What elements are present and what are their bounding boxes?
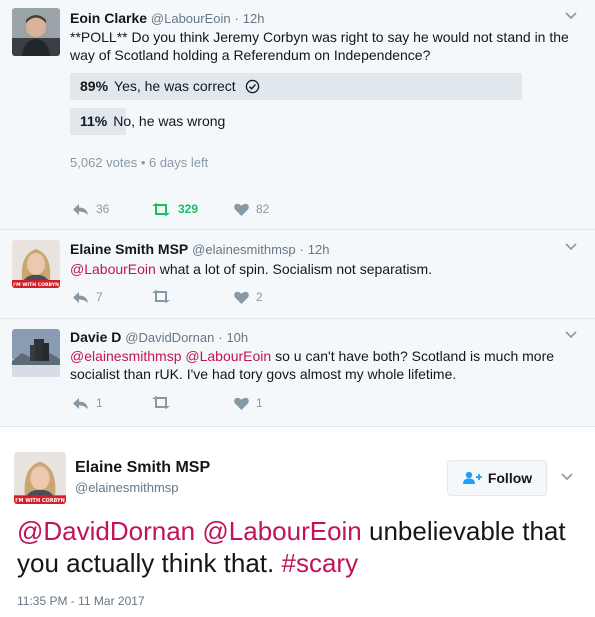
like-count: 2: [256, 290, 263, 304]
reply-icon: [73, 397, 88, 409]
follow-label: Follow: [487, 470, 533, 486]
tweet-header: Davie D @DavidDornan · 10h: [70, 329, 249, 345]
retweet-icon: [152, 290, 170, 303]
hashtag-link[interactable]: #scary: [282, 548, 359, 578]
avatar[interactable]: [12, 329, 60, 377]
display-name[interactable]: Elaine Smith MSP: [70, 241, 188, 257]
poll-option-label: No, he was wrong: [113, 113, 226, 129]
retweet-icon: [152, 202, 170, 216]
tweet-header: Elaine Smith MSP @elainesmithmsp · 12h: [70, 241, 330, 257]
follow-user-icon: [462, 471, 482, 484]
user-handle[interactable]: @elainesmithmsp: [75, 480, 179, 495]
user-handle[interactable]: @DavidDornan: [125, 330, 214, 345]
avatar-badge-text: I'M WITH CORBYN: [15, 498, 65, 504]
poll-option-no: 11% No, he was wrong: [70, 108, 522, 135]
heart-icon: [234, 291, 249, 304]
tweet-text: **POLL** Do you think Jeremy Corbyn was …: [70, 29, 569, 63]
tweet-timestamp[interactable]: 11:35 PM - 11 Mar 2017: [17, 594, 145, 608]
display-name[interactable]: Davie D: [70, 329, 121, 345]
reply-button[interactable]: 7: [72, 290, 103, 304]
tweet-time[interactable]: 10h: [226, 330, 248, 345]
tweet-poll[interactable]: Eoin Clarke @LabourEoin · 12h **POLL** D…: [0, 0, 595, 229]
tweet-time[interactable]: 12h: [243, 11, 265, 26]
mention-link[interactable]: @LabourEoin: [202, 516, 361, 546]
tweet-text: @LabourEoin what a lot of spin. Socialis…: [70, 260, 580, 278]
tweet-body: what a lot of spin. Socialism not separa…: [159, 261, 433, 277]
like-button[interactable]: 1: [234, 396, 263, 410]
heart-icon: [234, 397, 249, 410]
user-handle[interactable]: @LabourEoin: [151, 11, 231, 26]
reply-icon: [73, 203, 88, 215]
mention-link[interactable]: @DavidDornan: [17, 516, 195, 546]
like-count: 1: [256, 396, 263, 410]
poll-percent: 11%: [80, 113, 108, 129]
retweet-button[interactable]: [151, 396, 178, 409]
like-button[interactable]: 82: [234, 202, 269, 216]
tweet-reply[interactable]: Davie D @DavidDornan · 10h @elainesmithm…: [0, 319, 595, 426]
main-tweet: I'M WITH CORBYN Elaine Smith MSP @elaine…: [0, 427, 595, 617]
mention-link[interactable]: @LabourEoin: [70, 261, 156, 277]
like-count: 82: [256, 202, 270, 216]
check-circle-icon: [245, 79, 259, 94]
retweet-icon: [152, 396, 170, 409]
mention-link[interactable]: @elainesmithmsp: [70, 348, 181, 364]
retweet-button[interactable]: [151, 290, 178, 303]
avatar[interactable]: I'M WITH CORBYN: [12, 240, 60, 288]
display-name[interactable]: Elaine Smith MSP: [75, 459, 210, 477]
chevron-down-icon[interactable]: [565, 12, 577, 20]
reply-count: 7: [96, 290, 103, 304]
poll-percent: 89%: [80, 78, 109, 94]
tweet-text: @elainesmithmsp @LabourEoin so u can't h…: [70, 347, 580, 383]
reply-button[interactable]: 36: [72, 202, 109, 216]
tweet-time[interactable]: 12h: [308, 242, 330, 257]
like-button[interactable]: 2: [234, 290, 263, 304]
retweet-count: 329: [178, 202, 199, 216]
follow-button[interactable]: Follow: [447, 460, 547, 496]
retweet-button[interactable]: 329: [151, 202, 198, 216]
avatar[interactable]: [12, 8, 60, 56]
chevron-down-icon[interactable]: [565, 243, 577, 251]
heart-icon: [234, 203, 249, 216]
tweet-text: @DavidDornan @LabourEoin unbelievable th…: [17, 515, 582, 579]
conversation-thread: Eoin Clarke @LabourEoin · 12h **POLL** D…: [0, 0, 595, 426]
chevron-down-icon[interactable]: [561, 473, 573, 481]
poll-meta: 5,062 votes • 6 days left: [70, 155, 209, 170]
tweet-reply[interactable]: I'M WITH CORBYN Elaine Smith MSP @elaine…: [0, 230, 595, 318]
reply-count: 1: [96, 396, 103, 410]
chevron-down-icon[interactable]: [565, 331, 577, 339]
avatar[interactable]: I'M WITH CORBYN: [14, 452, 66, 504]
reply-button[interactable]: 1: [72, 396, 103, 410]
poll-option-label: Yes, he was correct: [114, 78, 236, 94]
tweet-header: Eoin Clarke @LabourEoin · 12h: [70, 10, 265, 26]
reply-count: 36: [96, 202, 110, 216]
mention-link[interactable]: @LabourEoin: [185, 348, 271, 364]
poll-option-yes: 89% Yes, he was correct: [70, 73, 522, 100]
user-handle[interactable]: @elainesmithmsp: [192, 242, 296, 257]
display-name[interactable]: Eoin Clarke: [70, 10, 147, 26]
avatar-badge-text: I'M WITH CORBYN: [13, 282, 59, 288]
reply-icon: [73, 291, 88, 303]
